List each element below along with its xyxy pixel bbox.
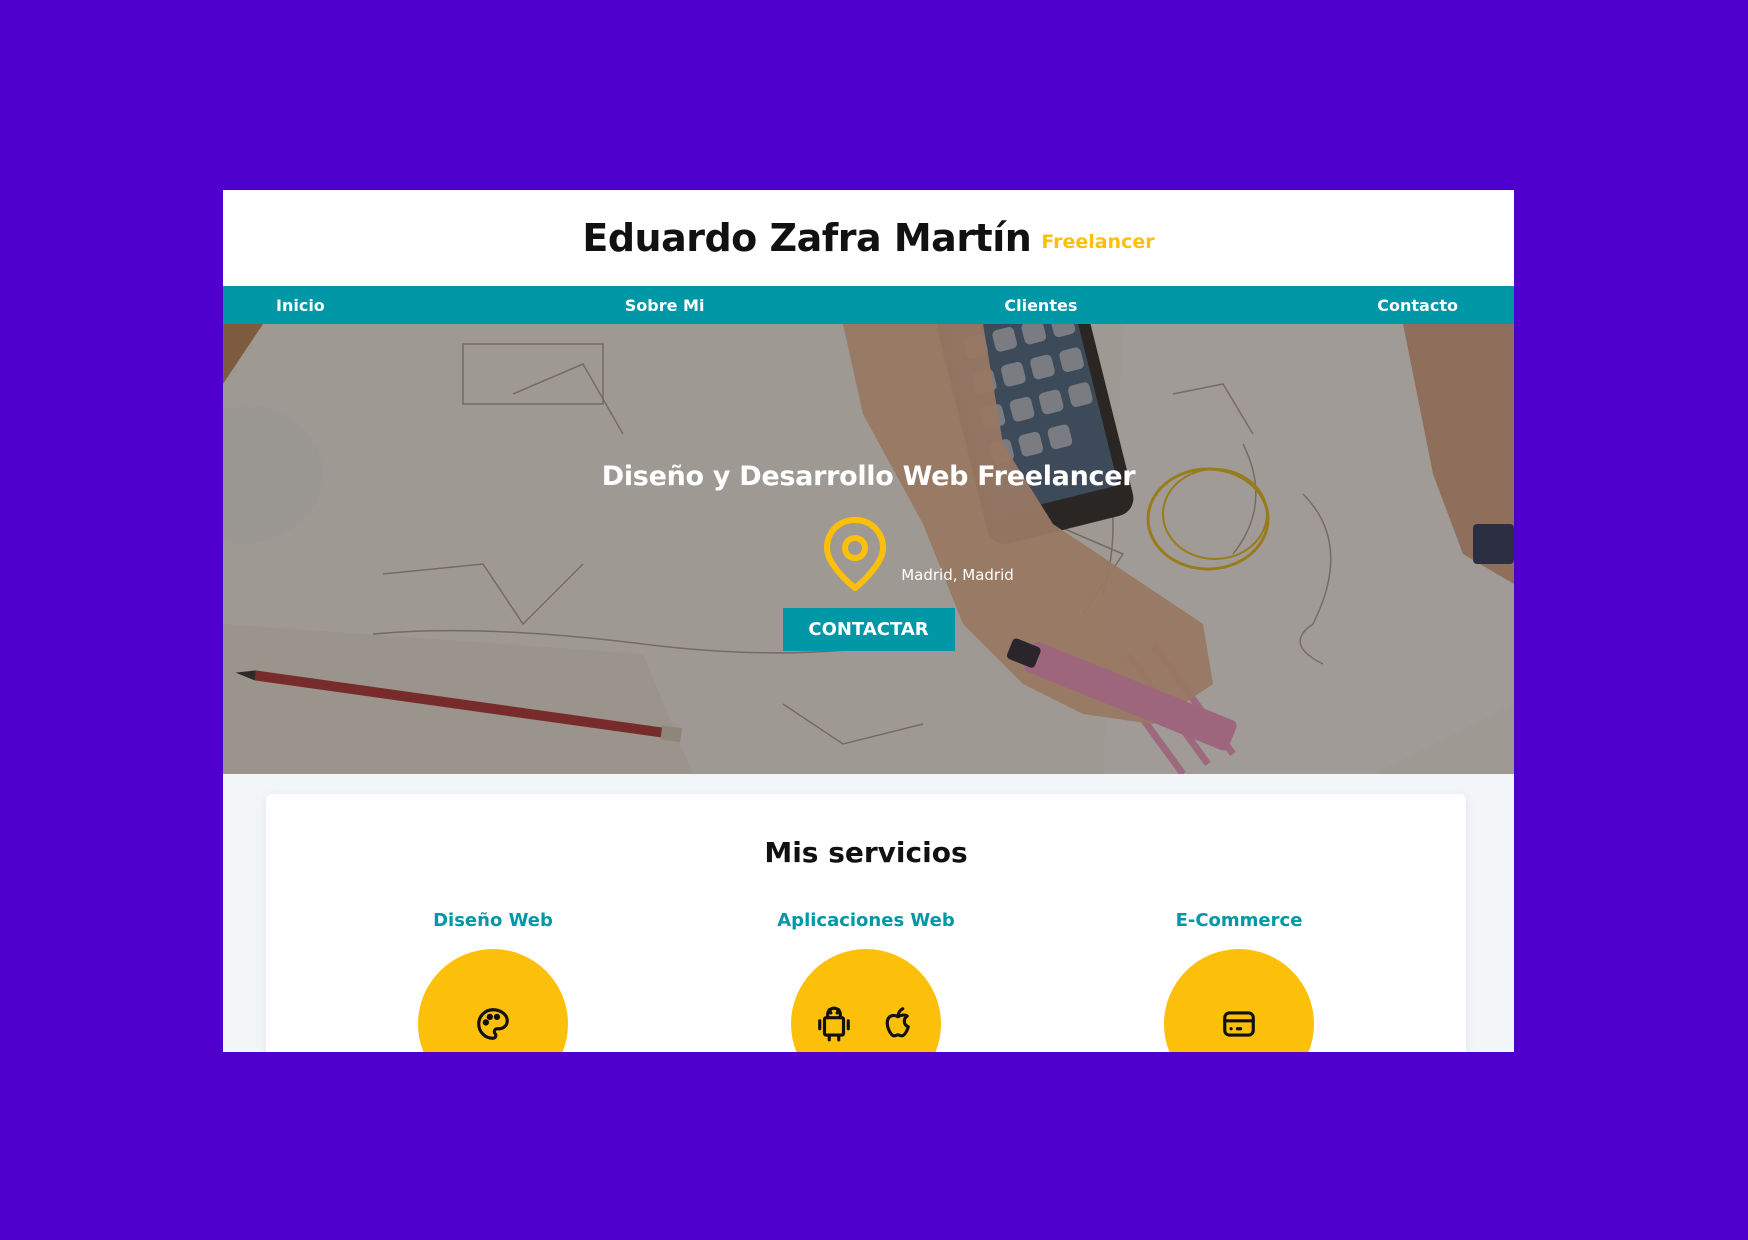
credit-card-icon bbox=[1223, 1011, 1255, 1037]
hero-title: Diseño y Desarrollo Web Freelancer bbox=[601, 461, 1136, 492]
nav-item-contacto[interactable]: Contacto bbox=[1377, 296, 1458, 315]
service-icon-circle bbox=[1164, 949, 1314, 1052]
service-name: E-Commerce bbox=[1175, 910, 1303, 931]
services-card: Mis servicios Diseño Web Aplicaciones We… bbox=[266, 794, 1466, 1052]
android-icon bbox=[818, 1006, 850, 1042]
map-pin-icon bbox=[824, 517, 887, 591]
service-name: Diseño Web bbox=[433, 910, 553, 931]
location-row: Madrid, Madrid bbox=[823, 516, 1014, 592]
website-frame: Eduardo Zafra Martín Freelancer Inicio S… bbox=[223, 190, 1514, 1052]
service-diseno-web[interactable]: Diseño Web bbox=[343, 910, 643, 1052]
nav-item-sobre-mi[interactable]: Sobre Mi bbox=[625, 296, 705, 315]
contactar-button[interactable]: CONTACTAR bbox=[782, 608, 955, 651]
service-aplicaciones-web[interactable]: Aplicaciones Web bbox=[716, 910, 1016, 1052]
services-title: Mis servicios bbox=[764, 836, 968, 869]
hero-section: Diseño y Desarrollo Web Freelancer Madri… bbox=[223, 324, 1514, 774]
apple-icon bbox=[885, 1007, 910, 1038]
location-text: Madrid, Madrid bbox=[901, 566, 1014, 584]
nav-item-clientes[interactable]: Clientes bbox=[1004, 296, 1077, 315]
service-name: Aplicaciones Web bbox=[777, 910, 955, 931]
hero-content: Diseño y Desarrollo Web Freelancer Madri… bbox=[223, 324, 1514, 774]
site-tagline: Freelancer bbox=[1041, 231, 1155, 253]
site-header: Eduardo Zafra Martín Freelancer bbox=[223, 190, 1514, 286]
service-icon-circle bbox=[418, 949, 568, 1052]
nav-item-inicio[interactable]: Inicio bbox=[276, 296, 325, 315]
service-e-commerce[interactable]: E-Commerce bbox=[1089, 910, 1389, 1052]
site-title: Eduardo Zafra Martín bbox=[582, 216, 1032, 260]
service-icon-circle bbox=[791, 949, 941, 1052]
main-navbar: Inicio Sobre Mi Clientes Contacto bbox=[223, 286, 1514, 324]
palette-icon bbox=[477, 1008, 509, 1040]
